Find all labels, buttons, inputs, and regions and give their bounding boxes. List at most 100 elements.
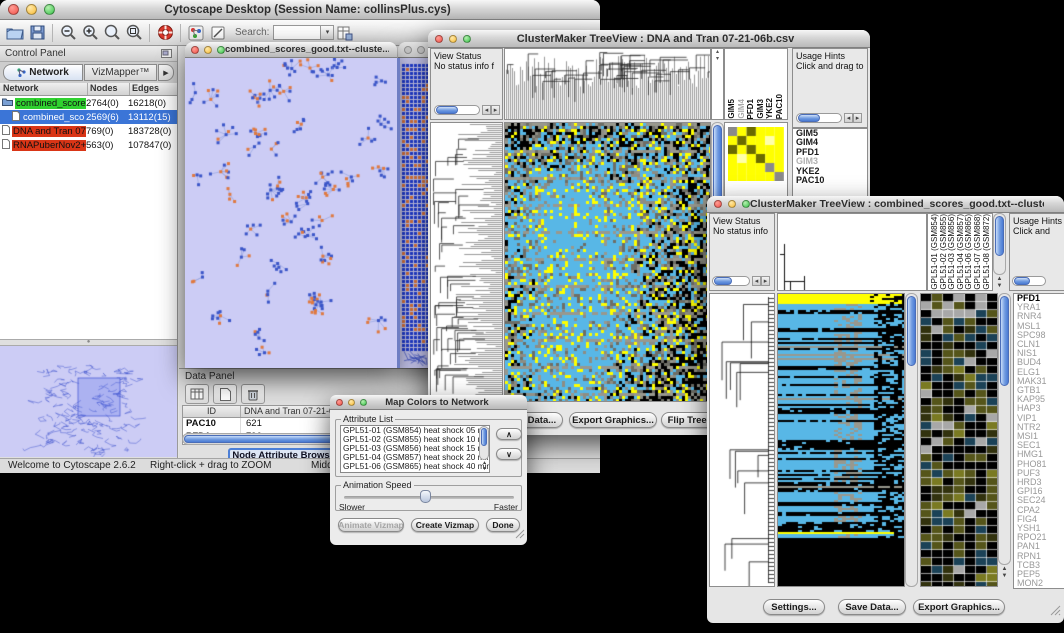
scroll-left-icon[interactable]: ◂	[482, 105, 491, 115]
minimize-button[interactable]	[348, 399, 355, 406]
zoom-fit-icon[interactable]	[123, 23, 145, 43]
treeview1-column-dendrogram-panel	[504, 48, 711, 120]
gene-label[interactable]: PAC10	[793, 176, 867, 185]
annotation-icon[interactable]	[207, 23, 229, 43]
attribute-list-item[interactable]: GPL51-07 (GSM868) heat shock 60 min	[341, 471, 489, 473]
treeview1-titlebar[interactable]: ClusterMaker TreeView : DNA and Tran 07-…	[428, 30, 870, 48]
delete-attribute-icon[interactable]	[241, 384, 265, 404]
heatmap-canvas[interactable]	[505, 123, 710, 401]
scroll-arrows[interactable]: ▲▼	[480, 460, 489, 472]
resize-grip[interactable]	[515, 526, 525, 544]
minimize-button[interactable]	[204, 46, 212, 54]
network-table[interactable]: combined_scores_ 2764(0) 16218(0) combin…	[0, 96, 177, 339]
control-panel: Control Panel Network VizMapper™ ▶ Netwo…	[0, 46, 178, 458]
dialog-titlebar[interactable]: Map Colors to Network	[330, 395, 527, 410]
usage-hints-scrollbar[interactable]	[1012, 276, 1046, 286]
network-row[interactable]: RNAPuberNov2+| 563(0) 107847(0)	[0, 138, 177, 152]
close-button[interactable]	[404, 46, 412, 54]
treeview2-gene-list[interactable]: PFD1YRA1RNR4MSL1SPC98CLN1NIS1BUD4ELG1MAK…	[1013, 293, 1064, 589]
help-icon[interactable]	[154, 23, 176, 43]
treeview2-collabel-scrollbar[interactable]	[993, 213, 1006, 275]
tab-network[interactable]: Network	[3, 64, 83, 81]
birdseye-view[interactable]	[0, 346, 177, 457]
main-titlebar[interactable]: Cytoscape Desktop (Session Name: collins…	[0, 0, 600, 20]
minimize-button[interactable]	[449, 35, 457, 43]
id-column-header[interactable]: ID	[183, 406, 241, 417]
attribute-select-icon[interactable]	[185, 384, 209, 404]
scroll-arrows[interactable]: ▲▼	[998, 566, 1011, 582]
view-status-scrollbar[interactable]: ◂▸	[712, 276, 770, 286]
view-status-title: View Status	[710, 214, 774, 226]
zoom-button[interactable]	[360, 399, 367, 406]
window-controls[interactable]	[0, 4, 55, 15]
export-graphics-button[interactable]: Export Graphics...	[913, 599, 1005, 615]
network-row[interactable]: combined_scores_ 2764(0) 16218(0)	[0, 96, 177, 110]
network-row[interactable]: combined_sco 2569(6) 13112(15)	[0, 110, 177, 124]
column-dendrogram[interactable]	[505, 49, 710, 119]
zoom-button[interactable]	[44, 4, 55, 15]
scroll-left-icon[interactable]: ◂	[752, 276, 761, 286]
resize-grip[interactable]	[1049, 603, 1061, 621]
view-status-scrollbar[interactable]: ◂▸	[434, 105, 500, 115]
export-graphics-button[interactable]: Export Graphics...	[569, 412, 657, 428]
scroll-right-icon[interactable]: ▸	[491, 105, 500, 115]
treeview2-zoom-vscrollbar[interactable]	[998, 293, 1011, 565]
network-row[interactable]: DNA and Tran 07 769(0) 183728(0)	[0, 124, 177, 138]
scroll-left-icon[interactable]: ◂	[844, 113, 853, 123]
zoom-button[interactable]	[742, 200, 750, 208]
settings-button[interactable]: Settings...	[763, 599, 825, 615]
map-colors-dialog: Map Colors to Network Attribute List GPL…	[330, 395, 527, 545]
animate-vizmap-button[interactable]: Animate Vizmap	[338, 518, 404, 532]
treeview2-heatmap-vscrollbar[interactable]	[905, 293, 918, 587]
minimize-button[interactable]	[26, 4, 37, 15]
zoom-selected-icon[interactable]	[101, 23, 123, 43]
close-button[interactable]	[8, 4, 19, 15]
zoom-heatmap-canvas[interactable]	[921, 294, 997, 586]
selection-mini-heatmap[interactable]	[728, 127, 784, 181]
zoom-out-icon[interactable]	[57, 23, 79, 43]
faster-label: Faster	[494, 502, 518, 512]
usage-hints-scrollbar[interactable]: ◂▸	[796, 113, 862, 123]
open-file-icon[interactable]	[4, 23, 26, 43]
minimize-button[interactable]	[417, 46, 425, 54]
scroll-arrows[interactable]: ▲▼	[993, 276, 1006, 291]
zoom-in-icon[interactable]	[79, 23, 101, 43]
gene-label[interactable]: MON2	[1014, 579, 1064, 588]
save-data-button[interactable]: Save Data...	[838, 599, 906, 615]
close-button[interactable]	[714, 200, 722, 208]
scroll-right-icon[interactable]: ▸	[761, 276, 770, 286]
close-button[interactable]	[435, 35, 443, 43]
scroll-right-icon[interactable]: ▸	[853, 113, 862, 123]
network1-canvas[interactable]	[185, 58, 400, 368]
save-icon[interactable]	[26, 23, 48, 43]
network1-titlebar[interactable]: combined_scores_good.txt--cluste...	[185, 42, 397, 58]
treeview2-titlebar[interactable]: ClusterMaker TreeView : combined_scores_…	[707, 196, 1064, 213]
column-tree[interactable]	[778, 214, 926, 290]
tab-vizmapper[interactable]: VizMapper™	[84, 64, 157, 81]
close-button[interactable]	[191, 46, 199, 54]
create-vizmap-button[interactable]: Create Vizmap	[411, 518, 479, 532]
minimize-button[interactable]	[728, 200, 736, 208]
tab-overflow-icon[interactable]: ▶	[158, 64, 174, 81]
new-attribute-icon[interactable]	[213, 384, 237, 404]
row-dendrogram[interactable]	[710, 294, 774, 586]
close-button[interactable]	[336, 399, 343, 406]
heatmap-strip-canvas[interactable]	[778, 294, 904, 586]
main-window-title: Cytoscape Desktop (Session Name: collins…	[55, 4, 560, 16]
zoom-button[interactable]	[463, 35, 471, 43]
control-panel-title: Control Panel	[5, 48, 66, 59]
attribute-list-scrollbar[interactable]	[479, 426, 489, 460]
search-dropdown-icon[interactable]: ▾	[321, 25, 334, 40]
network-overview-icon[interactable]	[185, 23, 207, 43]
float-panel-icon[interactable]	[161, 45, 172, 63]
speed-slider-thumb[interactable]	[420, 490, 431, 503]
panel-splitter[interactable]: ●	[0, 339, 177, 346]
zoom-button[interactable]	[217, 46, 225, 54]
row-dendrogram[interactable]	[431, 123, 502, 401]
move-up-button[interactable]: ∧	[496, 428, 522, 440]
move-down-button[interactable]: ∨	[496, 448, 522, 460]
attribute-browser-icon[interactable]	[334, 23, 356, 43]
treeview1-coldendro-scroll[interactable]: ▴▾	[711, 48, 724, 120]
attribute-list[interactable]: GPL51-01 (GSM854) heat shock 05 minGPL51…	[340, 425, 490, 473]
search-input[interactable]	[273, 25, 321, 40]
